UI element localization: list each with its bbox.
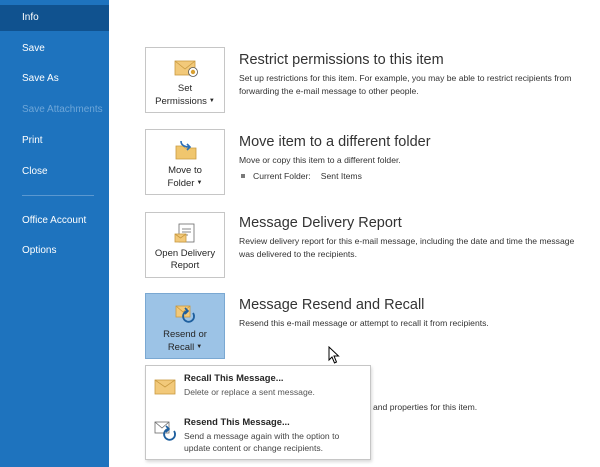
nav-save[interactable]: Save [0, 36, 109, 62]
resend-or-recall-label-2: Recall [167, 342, 195, 353]
current-folder-value: Sent Items [320, 171, 362, 181]
nav-options[interactable]: Options [0, 238, 109, 264]
current-folder-line: Current Folder: Sent Items [241, 171, 362, 181]
resend-recall-menu: Recall This Message... Delete or replace… [145, 365, 371, 460]
mouse-cursor-icon [328, 346, 340, 364]
permissions-desc: Set up restrictions for this item. For e… [239, 73, 572, 96]
open-delivery-report-button[interactable]: Open Delivery Report [145, 212, 225, 278]
move-to-folder-label-2: Folder [167, 178, 195, 189]
delivery-desc: Review delivery report for this e-mail m… [239, 236, 575, 259]
open-delivery-report-label-1: Open Delivery [154, 248, 216, 259]
resend-message-title: Resend This Message... [184, 416, 290, 427]
properties-desc-partial: and properties for this item. [373, 402, 478, 412]
delivery-title: Message Delivery Report [239, 215, 402, 231]
nav-office-account[interactable]: Office Account [0, 208, 109, 234]
recall-message-title: Recall This Message... [184, 372, 284, 383]
resend-desc: Resend this e-mail message or attempt to… [239, 318, 489, 328]
move-desc: Move or copy this item to a different fo… [239, 155, 401, 165]
resend-message-desc: Send a message again with the option to … [184, 431, 340, 453]
recall-message-desc: Delete or replace a sent message. [184, 387, 315, 397]
nav-save-as[interactable]: Save As [0, 66, 109, 92]
chevron-down-icon: ▼ [196, 344, 203, 350]
resend-title: Message Resend and Recall [239, 297, 425, 313]
current-folder-label: Current Folder: [253, 171, 311, 181]
delivery-report-icon [174, 223, 195, 243]
menu-item-recall[interactable]: Recall This Message... Delete or replace… [146, 368, 370, 412]
recall-envelope-icon [154, 379, 176, 395]
chevron-down-icon: ▼ [196, 180, 203, 186]
resend-envelope-icon [154, 421, 176, 441]
set-permissions-label-1: Set [177, 83, 193, 94]
resend-recall-icon [175, 305, 195, 323]
nav-save-attachments: Save Attachments [22, 104, 103, 115]
permissions-title: Restrict permissions to this item [239, 52, 444, 68]
folder-move-icon [175, 140, 197, 160]
resend-or-recall-label-1: Resend or [163, 329, 207, 340]
backstage-sidebar: Info Save Save As Save Attachments Print… [0, 0, 109, 467]
set-permissions-button[interactable]: Set Permissions ▼ [145, 47, 225, 113]
nav-divider [22, 195, 94, 196]
menu-item-resend[interactable]: Resend This Message... Send a message ag… [146, 412, 370, 456]
nav-print[interactable]: Print [0, 128, 109, 154]
resend-or-recall-button[interactable]: Resend or Recall ▼ [145, 293, 225, 359]
move-title: Move item to a different folder [239, 134, 431, 150]
set-permissions-label-2: Permissions [155, 96, 207, 107]
chevron-down-icon: ▼ [208, 98, 215, 104]
envelope-permission-icon [174, 60, 198, 77]
open-delivery-report-label-2: Report [170, 260, 200, 271]
move-to-folder-label-1: Move to [168, 165, 202, 176]
bullet-icon [241, 174, 245, 178]
move-to-folder-button[interactable]: Move to Folder ▼ [145, 129, 225, 195]
info-pane: Set Permissions ▼ Restrict permissions to… [109, 0, 600, 467]
nav-info[interactable]: Info [0, 5, 109, 31]
nav-close[interactable]: Close [0, 159, 109, 185]
